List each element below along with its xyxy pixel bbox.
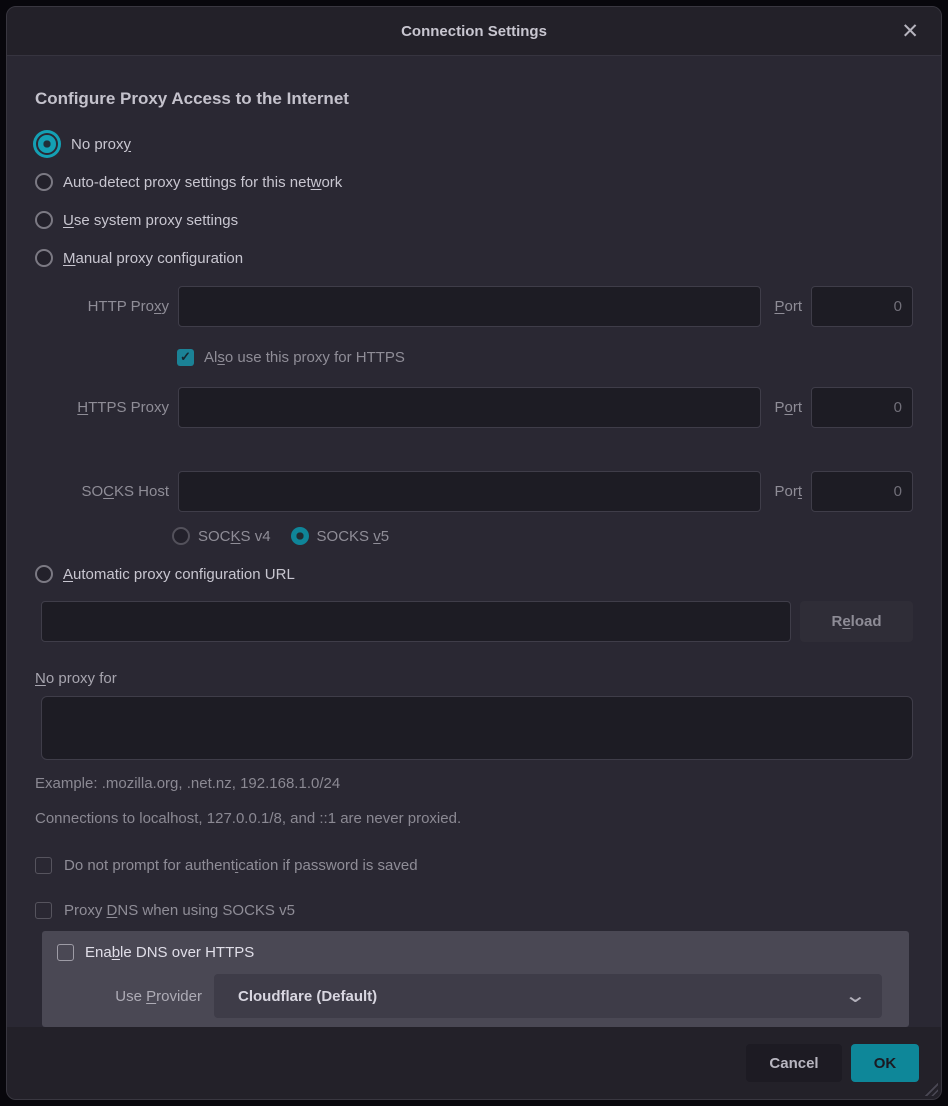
resize-grip[interactable] <box>923 1081 938 1096</box>
use-system-label: Use system proxy settings <box>63 212 238 229</box>
dialog-content: Configure Proxy Access to the Internet N… <box>7 56 941 1027</box>
radio-option-socks-v4[interactable]: SOCKS v4 <box>172 527 271 545</box>
https-port-label: Port <box>770 399 802 416</box>
socks-host-row: SOCKS Host Port <box>35 471 913 512</box>
no-auth-prompt-row[interactable]: Do not prompt for authentication if pass… <box>35 857 913 874</box>
no-proxy-label: No proxy <box>71 136 131 153</box>
check-icon: ✓ <box>180 349 191 365</box>
radio-auto-url[interactable] <box>35 565 53 583</box>
auto-url-input[interactable] <box>41 601 791 642</box>
checkbox-no-auth-prompt[interactable] <box>35 857 52 874</box>
auto-detect-label: Auto-detect proxy settings for this netw… <box>63 174 342 191</box>
https-proxy-input[interactable] <box>178 387 761 428</box>
provider-row: Use Provider Cloudflare (Default) ⌄ <box>57 974 882 1018</box>
localhost-note-text: Connections to localhost, 127.0.0.1/8, a… <box>35 810 913 827</box>
radio-option-socks-v5[interactable]: SOCKS v5 <box>291 527 390 545</box>
checkbox-also-https[interactable]: ✓ <box>177 349 194 366</box>
radio-option-manual[interactable]: Manual proxy configuration <box>35 243 913 273</box>
manual-label: Manual proxy configuration <box>63 250 243 267</box>
close-icon: ✕ <box>901 19 919 44</box>
no-proxy-for-label: No proxy for <box>35 670 117 687</box>
socks-host-label: SOCKS Host <box>35 483 169 500</box>
radio-socks-v5[interactable] <box>291 527 309 545</box>
socks-version-row: SOCKS v4 SOCKS v5 <box>172 527 913 545</box>
also-https-label: Also use this proxy for HTTPS <box>204 349 405 366</box>
also-https-row[interactable]: ✓ Also use this proxy for HTTPS <box>177 342 913 372</box>
titlebar: Connection Settings ✕ <box>7 7 941 56</box>
auto-url-label: Automatic proxy configuration URL <box>63 566 295 583</box>
cancel-button[interactable]: Cancel <box>746 1044 842 1082</box>
socks-host-input[interactable] <box>178 471 761 512</box>
no-proxy-example-text: Example: .mozilla.org, .net.nz, 192.168.… <box>35 775 913 792</box>
auto-url-row: Reload <box>41 601 913 642</box>
http-port-input[interactable] <box>811 286 913 327</box>
socks-v5-label: SOCKS v5 <box>317 528 390 545</box>
close-button[interactable]: ✕ <box>895 7 925 55</box>
no-auth-prompt-label: Do not prompt for authentication if pass… <box>64 857 418 874</box>
socks-port-input[interactable] <box>811 471 913 512</box>
page-title: Configure Proxy Access to the Internet <box>35 89 913 109</box>
https-proxy-row: HTTPS Proxy Port <box>35 387 913 428</box>
provider-dropdown[interactable]: Cloudflare (Default) ⌄ <box>214 974 882 1018</box>
http-proxy-label: HTTP Proxy <box>35 298 169 315</box>
http-port-label: Port <box>770 298 802 315</box>
dialog-title: Connection Settings <box>401 23 547 40</box>
radio-socks-v4[interactable] <box>172 527 190 545</box>
checkbox-enable-doh[interactable] <box>57 944 74 961</box>
proxy-dns-label: Proxy DNS when using SOCKS v5 <box>64 902 295 919</box>
radio-use-system[interactable] <box>35 211 53 229</box>
no-proxy-for-label-row: No proxy for <box>35 670 913 688</box>
connection-settings-dialog: Connection Settings ✕ Configure Proxy Ac… <box>6 6 942 1100</box>
radio-option-auto-url[interactable]: Automatic proxy configuration URL <box>35 559 913 589</box>
radio-option-use-system[interactable]: Use system proxy settings <box>35 205 913 235</box>
radio-option-no-proxy[interactable]: No proxy <box>35 129 913 159</box>
checkbox-proxy-dns[interactable] <box>35 902 52 919</box>
http-proxy-input[interactable] <box>178 286 761 327</box>
socks-port-label: Port <box>770 483 802 500</box>
ok-button[interactable]: OK <box>851 1044 919 1082</box>
dialog-footer: Cancel OK <box>7 1027 941 1099</box>
no-proxy-for-textarea[interactable] <box>41 696 913 760</box>
chevron-down-icon: ⌄ <box>844 986 867 1006</box>
https-port-input[interactable] <box>811 387 913 428</box>
proxy-dns-row[interactable]: Proxy DNS when using SOCKS v5 <box>35 902 913 919</box>
http-proxy-row: HTTP Proxy Port <box>35 286 913 327</box>
screen: Connection Settings ✕ Configure Proxy Ac… <box>0 0 948 1106</box>
radio-option-auto-detect[interactable]: Auto-detect proxy settings for this netw… <box>35 167 913 197</box>
reload-button[interactable]: Reload <box>800 601 913 642</box>
socks-v4-label: SOCKS v4 <box>198 528 271 545</box>
dns-over-https-section: Enable DNS over HTTPS Use Provider Cloud… <box>42 931 909 1027</box>
use-provider-label: Use Provider <box>57 988 202 1005</box>
radio-manual[interactable] <box>35 249 53 267</box>
radio-no-proxy[interactable] <box>38 135 56 153</box>
radio-auto-detect[interactable] <box>35 173 53 191</box>
enable-doh-row[interactable]: Enable DNS over HTTPS <box>57 944 882 961</box>
https-proxy-label: HTTPS Proxy <box>35 399 169 416</box>
enable-doh-label: Enable DNS over HTTPS <box>85 944 254 961</box>
provider-selected-value: Cloudflare (Default) <box>238 988 377 1005</box>
